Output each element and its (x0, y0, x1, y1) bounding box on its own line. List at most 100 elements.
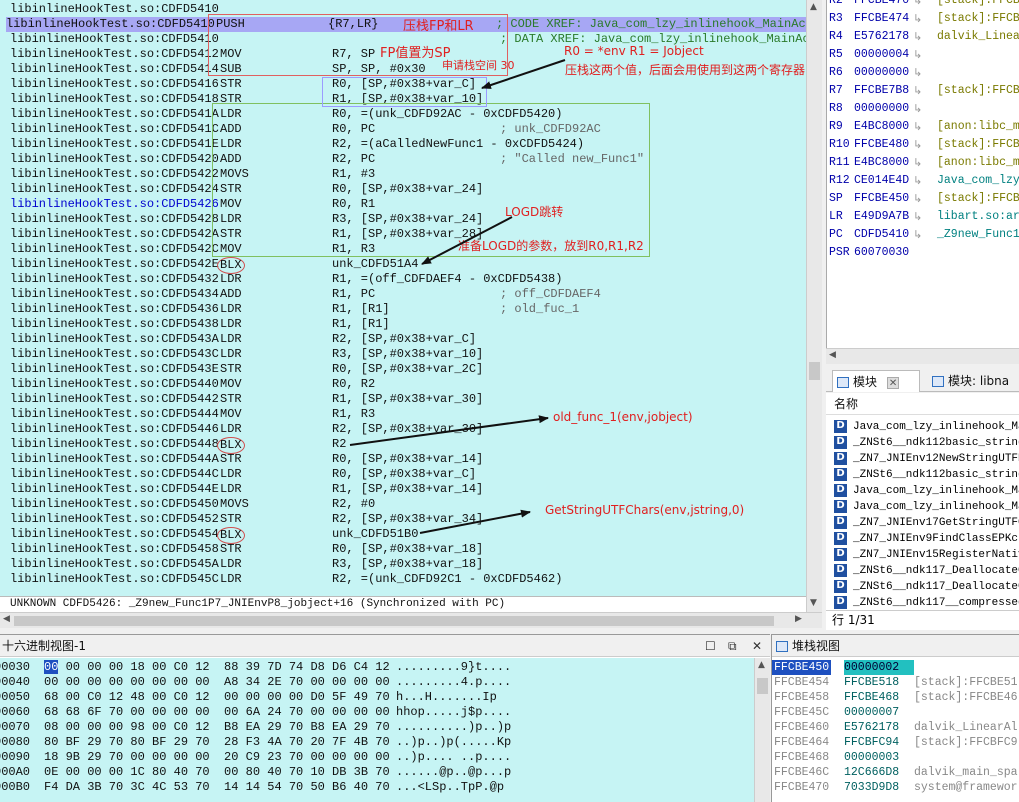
disasm-operands[interactable]: R2, [SP,#0x38+var_34] (332, 512, 483, 527)
close-icon[interactable]: ✕ (887, 376, 900, 389)
disassembly-vertical-scrollbar[interactable]: ▲ ▼ (806, 0, 822, 612)
disasm-operands[interactable]: R0, [SP,#0x38+var_14] (332, 452, 483, 467)
disasm-line[interactable]: libinlineHookTest.so:CDFD545C LDR R2, =(un… (10, 572, 810, 587)
disasm-line[interactable]: libinlineHookTest.so:CDFD5446 LDR R2, [SP,… (10, 422, 810, 437)
register-value[interactable]: FFCBE470 (854, 0, 909, 10)
tab-modules[interactable]: 模块 ✕ (832, 370, 920, 392)
module-list-item[interactable]: D _ZN7_JNIEnv12NewStringUTFEP (834, 451, 1019, 467)
disasm-operands[interactable]: R1, =(off_CDFDAEF4 - 0xCDFD5438) (332, 272, 562, 287)
disasm-line[interactable]: libinlineHookTest.so:CDFD5442 STR R1, [SP,… (10, 392, 810, 407)
disasm-mnemonic[interactable]: LDR (220, 467, 242, 482)
disasm-mnemonic[interactable]: ADD (220, 287, 242, 302)
register-row[interactable]: R2 FFCBE470 ↳ [stack]:FFCB (829, 0, 1019, 10)
restore-window-icon[interactable]: ☐ (705, 635, 716, 657)
hex-row[interactable]: 00070 08 00 00 00 98 00 C0 12 B8 EA 29 70… (0, 720, 754, 735)
disasm-line[interactable]: libinlineHookTest.so:CDFD544E LDR R1, [SP,… (10, 482, 810, 497)
hex-ascii[interactable]: .........9}t.... (396, 660, 511, 675)
modules-list[interactable]: 名称 D Java_com_lzy_inlinehook_Mai D _ZNSt6__… (826, 393, 1019, 610)
stack-value[interactable]: 7033D9D8 (844, 780, 899, 795)
register-value[interactable]: 60070030 (854, 244, 909, 262)
disasm-mnemonic[interactable]: MOV (220, 377, 242, 392)
register-row[interactable]: SP FFCBE450 ↳ [stack]:FFCB (829, 190, 1019, 208)
module-list-item[interactable]: D _ZNSt6__ndk117_DeallocateCa (834, 579, 1019, 595)
scroll-left-arrow-icon[interactable]: ◀ (829, 350, 836, 360)
scroll-down-arrow-icon[interactable]: ▼ (810, 598, 817, 608)
disasm-mnemonic[interactable]: STR (220, 512, 242, 527)
module-list-item[interactable]: D _ZNSt6__ndk117__compressed_ (834, 595, 1019, 610)
disasm-operands[interactable]: R1, [R1] (332, 302, 390, 317)
register-row[interactable]: PSR 60070030 (829, 244, 1019, 262)
hex-row[interactable]: 00060 68 68 6F 70 00 00 00 00 00 6A 24 70… (0, 705, 754, 720)
disasm-operands[interactable]: R2, [SP,#0x38+var_30] (332, 422, 483, 437)
module-list-item[interactable]: D Java_com_lzy_inlinehook_Mai (834, 419, 1019, 435)
register-target[interactable]: [anon:libc_m (937, 154, 1019, 172)
disasm-operands[interactable]: R0, [SP,#0x38+var_2C] (332, 362, 483, 377)
scroll-up-arrow-icon[interactable]: ▲ (810, 2, 817, 12)
disasm-line[interactable]: libinlineHookTest.so:CDFD5458 STR R0, [SP,… (10, 542, 810, 557)
disasm-mnemonic[interactable]: LDR (220, 332, 242, 347)
register-target[interactable]: dalvik_Linea (937, 28, 1019, 46)
module-list-item[interactable]: D _ZN7_JNIEnv17GetStringUTFCh (834, 515, 1019, 531)
stack-list[interactable]: FFCBE450 00000002 FFCBE454 FFCBE518 [stack]:… (772, 658, 1019, 802)
hex-row[interactable]: 00040 00 00 00 00 00 00 00 00 A8 34 2E 70… (0, 675, 754, 690)
registers-panel[interactable]: R2 FFCBE470 ↳ [stack]:FFCB R3 FFCBE474 ↳ [stack… (826, 0, 1019, 364)
stack-row[interactable]: FFCBE468 00000003 (772, 750, 1019, 765)
disasm-mnemonic[interactable]: LDR (220, 317, 242, 332)
register-value[interactable]: FFCBE7B8 (854, 82, 909, 100)
disasm-operands[interactable]: R0, [SP,#0x38+var_18] (332, 542, 483, 557)
hex-ascii[interactable]: ..........)p..)p (396, 720, 511, 735)
register-row[interactable]: R6 00000000 ↳ (829, 64, 1019, 82)
hex-bytes[interactable]: 18 9B 29 70 00 00 00 00 20 C9 23 70 00 0… (44, 750, 390, 765)
register-target[interactable]: [anon:libc_m (937, 118, 1019, 136)
disasm-mnemonic[interactable]: MOVS (220, 497, 249, 512)
register-value[interactable]: 00000000 (854, 64, 909, 82)
disasm-xref-comment[interactable]: ; CODE XREF: Java_com_lzy_inlinehook_Mai… (496, 17, 813, 32)
disasm-line[interactable]: libinlineHookTest.so:CDFD543E STR R0, [SP,… (10, 362, 810, 377)
register-target[interactable]: [stack]:FFCB (937, 10, 1019, 28)
disasm-line[interactable]: libinlineHookTest.so:CDFD5440 MOV R0, R2 (10, 377, 810, 392)
register-row[interactable]: R12 CE014E4D ↳ Java_com_lzy (829, 172, 1019, 190)
register-row[interactable]: R11 E4BC8000 ↳ [anon:libc_m (829, 154, 1019, 172)
registers-horizontal-scrollbar[interactable]: ◀ (826, 348, 1019, 364)
disasm-mnemonic[interactable]: STR (220, 542, 242, 557)
hex-bytes[interactable]: F4 DA 3B 70 3C 4C 53 70 14 14 54 70 50 B… (44, 780, 390, 795)
module-list-item[interactable]: D _ZNSt6__ndk112basic_stringI (834, 435, 1019, 451)
register-value[interactable]: FFCBE480 (854, 136, 909, 154)
hex-ascii[interactable]: ......@p..@p...p (396, 765, 511, 780)
disasm-operands[interactable]: R3, [SP,#0x38+var_18] (332, 557, 483, 572)
hex-bytes[interactable]: 80 BF 29 70 80 BF 29 70 28 F3 4A 70 20 7… (44, 735, 390, 750)
scroll-up-arrow-icon[interactable]: ▲ (758, 660, 765, 670)
disasm-line[interactable]: libinlineHookTest.so:CDFD5448 BLX R2 (10, 437, 810, 454)
hex-ascii[interactable]: ..)p..)p(.....Kp (396, 735, 511, 750)
stack-target[interactable]: dalvik_LinearAl (914, 720, 1018, 735)
disasm-mnemonic[interactable]: LDR (220, 272, 242, 287)
stack-value[interactable]: FFCBFC94 (844, 735, 899, 750)
register-row[interactable]: R8 00000000 ↳ (829, 100, 1019, 118)
scroll-thumb[interactable] (757, 678, 768, 694)
disasm-line[interactable]: libinlineHookTest.so:CDFD545A LDR R3, [SP,… (10, 557, 810, 572)
disasm-line[interactable]: libinlineHookTest.so:CDFD544A STR R0, [SP,… (10, 452, 810, 467)
disasm-operands[interactable]: R0, [SP,#0x38+var_C] (332, 467, 476, 482)
hex-bytes[interactable]: 00 00 00 00 18 00 C0 12 88 39 7D 74 D8 D… (44, 660, 390, 675)
register-value[interactable]: E4BC8000 (854, 154, 909, 172)
disasm-line[interactable]: libinlineHookTest.so:CDFD5454 BLX unk_CDFD… (10, 527, 810, 544)
hex-row[interactable]: 000A0 0E 00 00 00 1C 80 40 70 00 80 40 70… (0, 765, 754, 780)
register-value[interactable]: E5762178 (854, 28, 909, 46)
tab-module-libna[interactable]: 模块: libna (928, 370, 1019, 392)
register-target[interactable]: _Z9new_Func1 (937, 226, 1019, 244)
disasm-operands[interactable]: R1, [SP,#0x38+var_30] (332, 392, 483, 407)
stack-value[interactable]: E5762178 (844, 720, 899, 735)
modules-column-header[interactable]: 名称 (826, 393, 1019, 415)
scroll-thumb[interactable] (14, 616, 774, 626)
disasm-mnemonic[interactable]: LDR (220, 302, 242, 317)
hex-row[interactable]: 000B0 F4 DA 3B 70 3C 4C 53 70 14 14 54 70… (0, 780, 754, 795)
disasm-operands[interactable]: R3, [SP,#0x38+var_10] (332, 347, 483, 362)
register-value[interactable]: 00000004 (854, 46, 909, 64)
disasm-mnemonic[interactable]: MOV (220, 407, 242, 422)
disasm-operands[interactable]: R1, PC (332, 287, 375, 302)
register-target[interactable]: Java_com_lzy (937, 172, 1019, 190)
stack-value[interactable]: 00000002 (844, 660, 914, 675)
hex-ascii[interactable]: ..)p.... ..p.... (396, 750, 511, 765)
register-target[interactable]: [stack]:FFCB (937, 190, 1019, 208)
register-target[interactable]: libart.so:ar (937, 208, 1019, 226)
